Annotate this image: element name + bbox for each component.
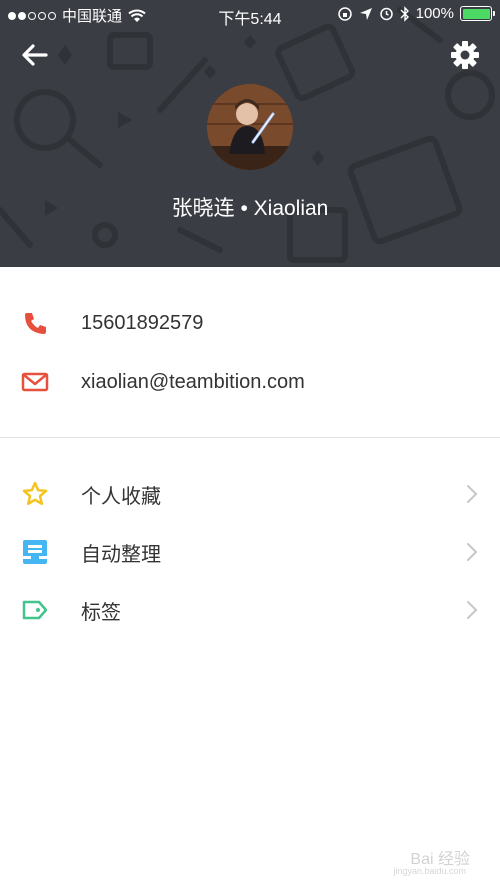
- gear-icon: [451, 41, 479, 69]
- avatar[interactable]: [207, 84, 293, 170]
- menu-item-favorites[interactable]: 个人收藏: [0, 466, 500, 522]
- chevron-right-icon: [467, 543, 478, 561]
- menu-item-label: 标签: [81, 601, 121, 624]
- settings-button[interactable]: [448, 38, 482, 72]
- profile-name: 张晓连 • Xiaolian: [171, 197, 329, 220]
- watermark-url: jingyan.baidu.com: [393, 866, 466, 876]
- email-row[interactable]: xiaolian@teambition.com: [0, 354, 500, 410]
- email-address: xiaolian@teambition.com: [81, 370, 305, 393]
- arrow-left-icon: [22, 44, 48, 66]
- menu-item-label: 自动整理: [81, 543, 161, 566]
- status-bar: 中国联通 下午5:44 100%: [0, 0, 500, 28]
- menu-item-label: 个人收藏: [81, 485, 161, 508]
- mail-icon: [20, 367, 50, 397]
- battery-icon: [460, 6, 495, 21]
- phone-icon: [20, 308, 50, 338]
- battery-percent: 100%: [415, 5, 454, 22]
- menu-item-auto-organize[interactable]: 自动整理: [0, 524, 500, 580]
- alarm-icon: [379, 7, 393, 21]
- avatar-image: [207, 84, 293, 170]
- menu-item-tags[interactable]: 标签: [0, 582, 500, 638]
- chevron-right-icon: [467, 485, 478, 503]
- rotation-lock-icon: [337, 6, 352, 21]
- profile-header: 中国联通 下午5:44 100% 张晓连 • Xiaolian: [0, 0, 500, 267]
- phone-number: 15601892579: [81, 311, 204, 334]
- chevron-right-icon: [467, 601, 478, 619]
- back-button[interactable]: [18, 38, 52, 72]
- location-icon: [359, 7, 372, 20]
- phone-row[interactable]: 15601892579: [0, 295, 500, 351]
- section-divider: [0, 437, 500, 438]
- tag-icon: [20, 595, 50, 625]
- bluetooth-icon: [400, 5, 409, 22]
- star-icon: [20, 479, 50, 509]
- inbox-icon: [20, 537, 50, 567]
